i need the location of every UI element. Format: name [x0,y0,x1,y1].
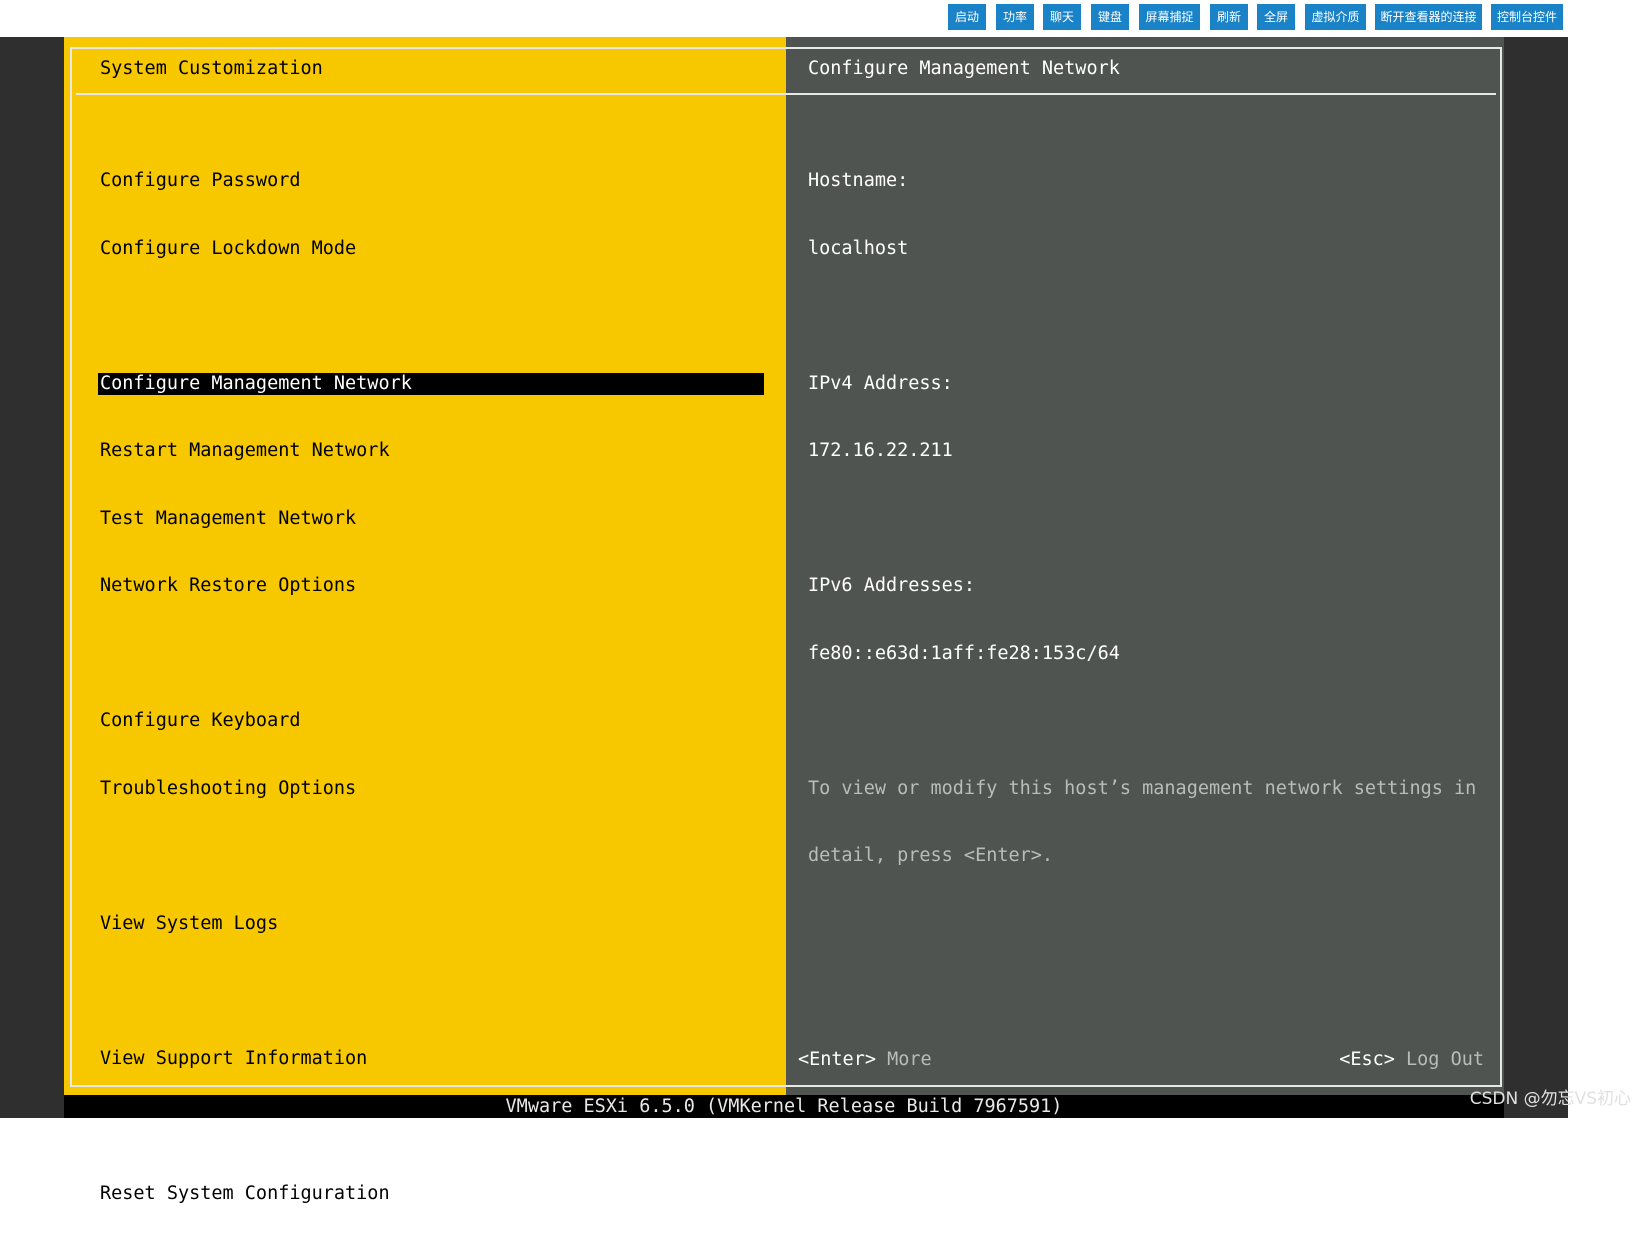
chat-button[interactable]: 聊天 [1043,4,1081,30]
power-on-button[interactable]: 启动 [948,4,986,30]
menu-gap [98,305,764,328]
esc-action-label: Log Out [1406,1049,1484,1070]
menu-item-configure-lockdown-mode[interactable]: Configure Lockdown Mode [98,238,764,261]
border-right [1500,47,1502,1087]
screen-capture-button[interactable]: 屏幕捕捉 [1139,4,1200,30]
menu-item-troubleshooting-options[interactable]: Troubleshooting Options [98,778,764,801]
menu-item-configure-password[interactable]: Configure Password [98,170,764,193]
ipv4-label: IPv4 Address: [808,372,953,394]
menu-gap [98,845,764,868]
menu-item-test-management-network[interactable]: Test Management Network [98,508,764,531]
status-bar: VMware ESXi 6.5.0 (VMKernel Release Buil… [64,1095,1504,1118]
refresh-button[interactable]: 刷新 [1210,4,1248,30]
console-controls-button[interactable]: 控制台控件 [1491,4,1563,30]
menu-item-view-system-logs[interactable]: View System Logs [98,913,764,936]
border-bottom [70,1085,1502,1087]
hint-line-1: To view or modify this host’s management… [808,777,1477,799]
disconnect-viewer-button[interactable]: 断开查看器的连接 [1375,4,1482,30]
fullscreen-button[interactable]: 全屏 [1257,4,1295,30]
menu-gap [98,1115,764,1138]
menu-item-configure-keyboard[interactable]: Configure Keyboard [98,710,764,733]
esc-key-label: <Esc> [1339,1049,1395,1070]
network-summary: Hostname: localhost IPv4 Address: 172.16… [808,125,1488,913]
right-pane: Configure Management Network Hostname: l… [786,37,1504,1095]
ipv6-label: IPv6 Addresses: [808,575,976,596]
left-pane-title: System Customization [100,58,323,79]
menu-item-view-support-information[interactable]: View Support Information [98,1048,764,1071]
menu-item-restart-management-network[interactable]: Restart Management Network [98,440,764,463]
menu-item-network-restore-options[interactable]: Network Restore Options [98,575,764,598]
customization-menu: Configure Password Configure Lockdown Mo… [98,125,764,1250]
menu-gap [98,643,764,666]
esc-logout-hint[interactable]: <Esc> Log Out [1339,1049,1484,1072]
border-top [70,47,1502,49]
menu-item-reset-system-configuration[interactable]: Reset System Configuration [98,1183,764,1206]
menu-gap [98,980,764,1003]
dcui-screen[interactable]: System Customization Configure Password … [64,37,1504,1204]
power-button[interactable]: 功率 [996,4,1034,30]
hostname-label: Hostname: [808,170,909,191]
title-divider [76,93,1496,95]
left-pane: System Customization Configure Password … [64,37,786,1204]
ipv4-value: 172.16.22.211 [808,440,953,461]
menu-item-configure-management-network[interactable]: Configure Management Network [98,372,764,395]
right-pane-title: Configure Management Network [808,58,1120,79]
ipv6-value: fe80::e63d:1aff:fe28:153c/64 [808,642,1120,664]
viewer-toolbar: 启动 功率 聊天 键盘 屏幕捕捉 刷新 全屏 虚拟介质 断开查看器的连接 控制台… [0,0,1568,37]
border-left [70,47,72,1087]
hint-line-2: detail, press <Enter>. [808,845,1054,866]
hostname-value: localhost [808,237,909,259]
virtual-media-button[interactable]: 虚拟介质 [1305,4,1366,30]
enter-key-label: <Enter> [798,1049,876,1070]
watermark: CSDN @勿忘VS初心 [1469,1089,1631,1109]
keyboard-button[interactable]: 键盘 [1091,4,1129,30]
enter-more-hint[interactable]: <Enter> More [798,1049,932,1072]
enter-action-label: More [887,1049,932,1070]
